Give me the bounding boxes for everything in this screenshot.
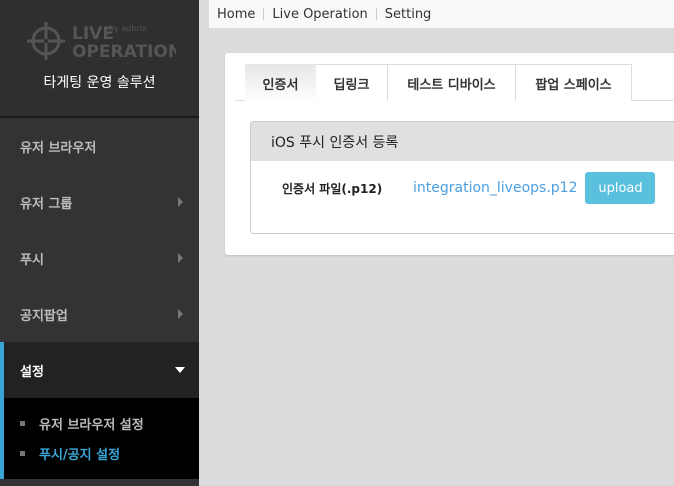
chevron-right-icon bbox=[178, 309, 183, 319]
submenu-label: 유저 브라우저 설정 bbox=[39, 417, 144, 433]
tab-popup-space[interactable]: 팝업 스페이스 bbox=[516, 64, 632, 101]
caret-down-icon bbox=[175, 367, 185, 373]
settings-submenu: 유저 브라우저 설정 푸시/공지 설정 bbox=[0, 398, 199, 479]
divider bbox=[263, 8, 265, 20]
tab-test-device[interactable]: 테스트 디바이스 bbox=[388, 64, 516, 101]
certificate-file-link[interactable]: integration_liveops.p12 bbox=[413, 180, 577, 196]
submenu-item-push-notice-settings[interactable]: 푸시/공지 설정 bbox=[4, 438, 199, 468]
breadcrumb-home[interactable]: Home bbox=[217, 7, 255, 22]
menu-label: 공지팝업 bbox=[20, 308, 68, 324]
svg-text:LIVE: LIVE bbox=[72, 24, 114, 44]
menu-label: 유저 그룹 bbox=[20, 196, 73, 212]
certificate-file-row: 인증서 파일(.p12) integration_liveops.p12 upl… bbox=[251, 172, 674, 204]
submenu-label: 푸시/공지 설정 bbox=[39, 447, 121, 463]
sidebar: LIVE by adbrix OPERATION 타게팅 운영 솔루션 유저 브… bbox=[0, 0, 199, 486]
sidebar-item-user-browser[interactable]: 유저 브라우저 bbox=[0, 118, 199, 174]
upload-button[interactable]: upload bbox=[585, 172, 656, 204]
bullet-icon bbox=[20, 450, 25, 456]
svg-text:by adbrix: by adbrix bbox=[109, 24, 147, 33]
sidebar-item-push[interactable]: 푸시 bbox=[0, 230, 199, 286]
menu-label: 유저 브라우저 bbox=[20, 140, 97, 156]
brand-area: LIVE by adbrix OPERATION 타게팅 운영 솔루션 bbox=[0, 0, 199, 118]
tagline: 타게팅 운영 솔루션 bbox=[43, 75, 156, 91]
tab-bar: 인증서 딥링크 테스트 디바이스 팝업 스페이스 bbox=[235, 64, 674, 102]
settings-panel: 인증서 딥링크 테스트 디바이스 팝업 스페이스 iOS 푸시 인증서 등록 인… bbox=[225, 53, 674, 255]
svg-text:OPERATION: OPERATION bbox=[72, 42, 176, 62]
section-title: iOS 푸시 인증서 등록 bbox=[251, 122, 674, 161]
ios-certificate-section: iOS 푸시 인증서 등록 인증서 파일(.p12) integration_l… bbox=[250, 121, 674, 234]
chevron-right-icon bbox=[178, 253, 183, 263]
sidebar-item-notice-popup[interactable]: 공지팝업 bbox=[0, 286, 199, 342]
sidebar-item-settings[interactable]: 설정 bbox=[0, 342, 199, 398]
submenu-item-user-browser-settings[interactable]: 유저 브라우저 설정 bbox=[4, 408, 199, 438]
live-operation-logo[interactable]: LIVE by adbrix OPERATION bbox=[26, 20, 176, 62]
tab-certificate[interactable]: 인증서 bbox=[245, 64, 316, 102]
certificate-file-label: 인증서 파일(.p12) bbox=[282, 181, 383, 196]
tab-deeplink[interactable]: 딥링크 bbox=[316, 64, 388, 101]
menu-label: 푸시 bbox=[20, 252, 44, 268]
breadcrumb-live-operation[interactable]: Live Operation bbox=[272, 7, 367, 22]
divider bbox=[375, 8, 377, 20]
chevron-right-icon bbox=[178, 197, 183, 207]
sidebar-item-user-group[interactable]: 유저 그룹 bbox=[0, 174, 199, 230]
breadcrumb-setting[interactable]: Setting bbox=[385, 7, 432, 22]
bullet-icon bbox=[20, 420, 25, 426]
breadcrumb: Home Live Operation Setting bbox=[209, 0, 674, 28]
menu-label: 설정 bbox=[20, 364, 44, 380]
